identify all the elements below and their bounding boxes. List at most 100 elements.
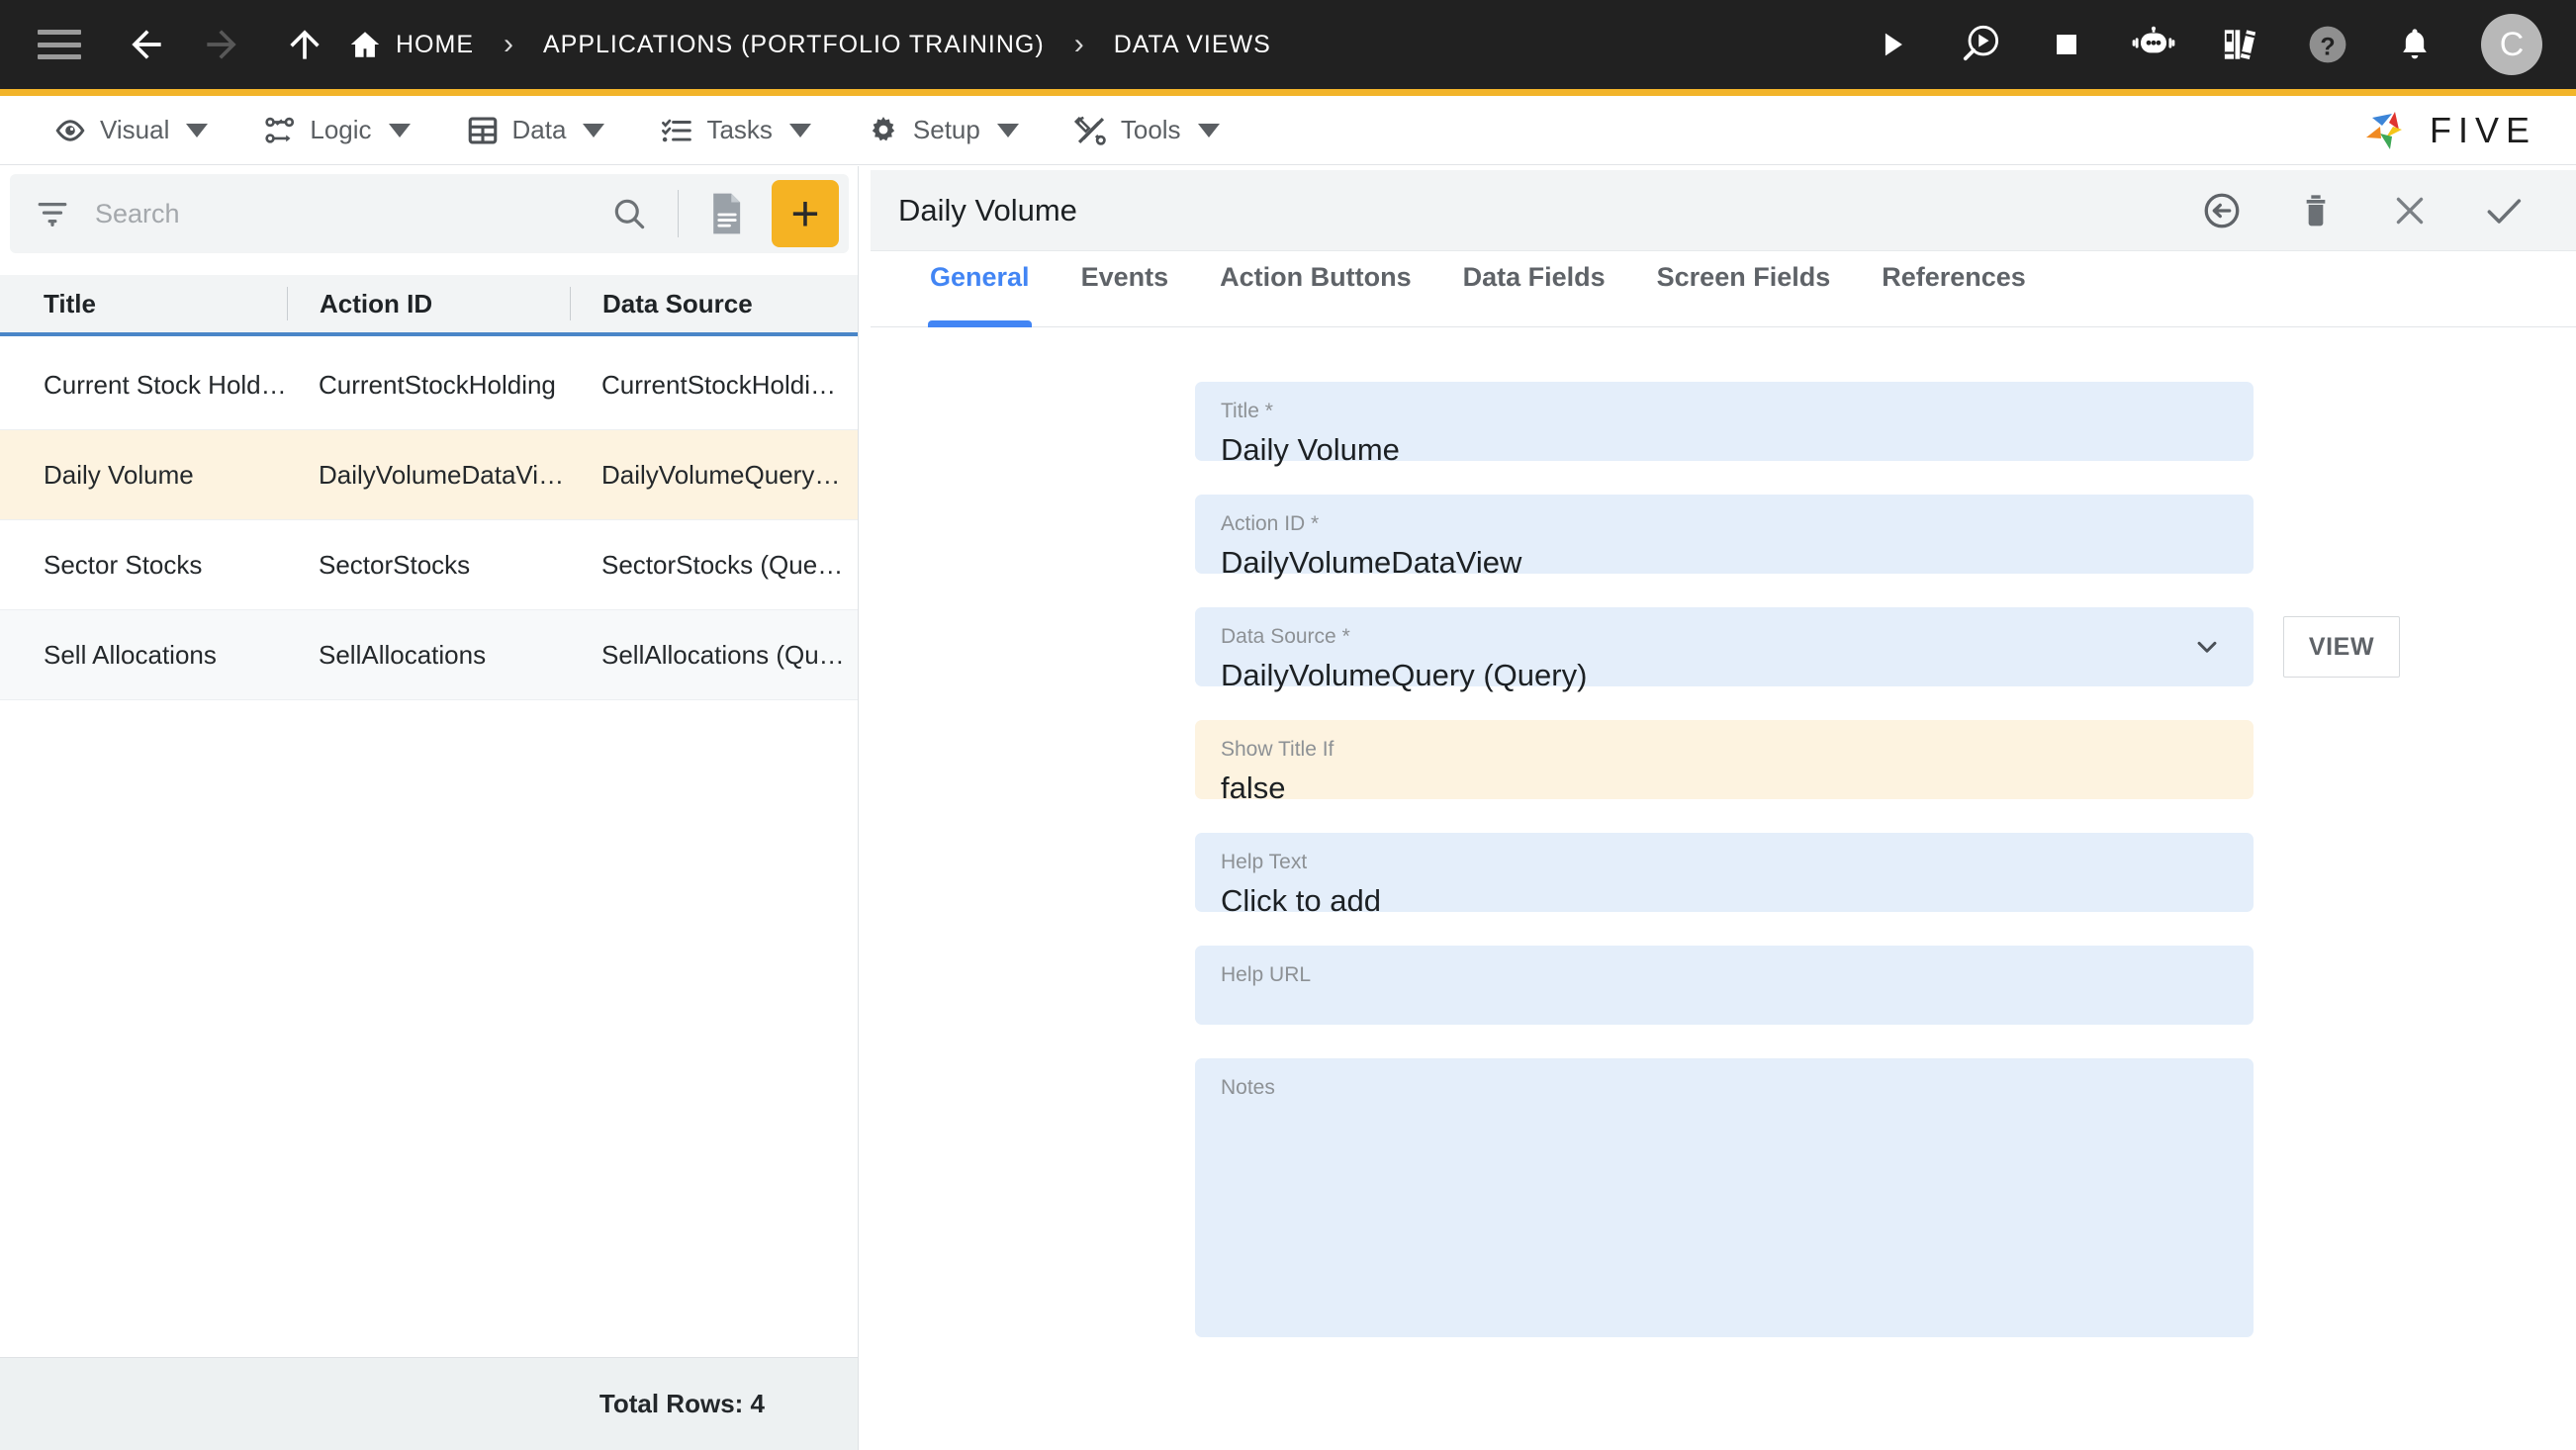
detail-header-actions [2197,186,2529,235]
run-icon [1885,33,1902,56]
breadcrumb-home[interactable]: HOME [348,28,474,61]
svg-text:?: ? [2320,33,2335,60]
notifications-button[interactable] [2386,16,2443,73]
search-icon [614,199,645,229]
title-field[interactable]: Title * Daily Volume [1195,382,2254,467]
cell-action-id: CurrentStockHolding [319,369,556,400]
breadcrumb-applications[interactable]: APPLICATIONS (PORTFOLIO TRAINING) [543,31,1045,59]
tab-references[interactable]: References [1856,252,2052,327]
help-button[interactable]: ? [2299,16,2356,73]
search-bar: + [10,174,849,253]
column-header-title[interactable]: Title [0,289,287,319]
breadcrumb-data-views[interactable]: DATA VIEWS [1114,31,1271,59]
library-button[interactable] [2212,16,2269,73]
data-source-field-label: Data Source * [1221,625,1350,648]
menu-item-tasks[interactable]: Tasks [632,96,838,165]
arrow-up-icon [290,30,320,59]
help-url-field-value [1221,988,2228,992]
menu-item-setup[interactable]: Setup [839,96,1047,165]
save-button[interactable] [2479,186,2529,235]
help-text-field-value: Click to add [1221,883,1381,918]
menu-item-setup-label: Setup [912,115,980,144]
arrow-right-icon [207,30,236,59]
action-id-field-label: Action ID * [1221,512,1320,535]
table-header: Title Action ID Data Source [0,275,858,336]
search-input[interactable] [73,198,602,229]
run-button[interactable] [1864,16,1921,73]
table-row[interactable]: Sector Stocks SectorStocks SectorStocks … [0,520,858,610]
column-header-data-source[interactable]: Data Source [570,287,847,320]
five-logo: FIVE [2360,104,2550,157]
tab-action-buttons[interactable]: Action Buttons [1194,252,1436,327]
hamburger-icon[interactable] [38,30,81,59]
menu-item-tasks-label: Tasks [706,115,773,144]
back-button[interactable] [117,15,176,74]
close-button[interactable] [2385,186,2435,235]
breadcrumb-home-label: HOME [396,30,474,58]
top-bar: HOME › APPLICATIONS (PORTFOLIO TRAINING)… [0,0,2576,89]
total-rows-label: Total Rows: 4 [598,1389,765,1418]
help-url-field[interactable]: Help URL [1195,946,2254,1025]
table-row[interactable]: Sell Allocations SellAllocations SellAll… [0,610,858,700]
chevron-down-icon [583,123,605,137]
general-form: Title * Daily Volume Action ID * DailyVo… [871,328,2576,1450]
help-text-field[interactable]: Help Text Click to add [1195,833,2254,918]
revert-icon [2204,193,2240,227]
save-icon [2487,198,2522,224]
tab-general[interactable]: General [904,252,1056,327]
menu-item-logic[interactable]: Logic [235,96,437,165]
menu-bar: Visual Logic Data Tasks Setup Tools FIVE [0,96,2576,165]
table-body: Current Stock Hold… CurrentStockHolding … [0,340,858,700]
checklist-icon [662,119,692,141]
eye-icon [55,119,85,141]
delete-button[interactable] [2291,186,2341,235]
toolbar-divider [678,190,679,237]
arrow-left-icon [132,30,161,59]
help-icon: ? [2309,26,2346,63]
table-footer: Total Rows: 4 [0,1357,858,1450]
chatbot-button[interactable] [2125,16,2182,73]
show-title-if-field[interactable]: Show Title If false [1195,720,2254,805]
menu-item-visual-label: Visual [100,115,170,144]
debug-button[interactable] [1951,16,2008,73]
view-data-source-button[interactable]: VIEW [2283,616,2400,678]
cell-action-id: SectorStocks [319,549,471,580]
home-icon [350,32,380,57]
breadcrumb-separator: › [504,28,513,60]
menu-item-data[interactable]: Data [438,96,633,165]
forward-button[interactable] [192,15,251,74]
cell-title: Daily Volume [44,459,194,490]
tab-screen-fields[interactable]: Screen Fields [1631,252,1857,327]
data-source-field-value: DailyVolumeQuery (Query) [1221,658,1588,692]
action-id-field[interactable]: Action ID * DailyVolumeDataView [1195,495,2254,580]
search-button[interactable] [602,187,656,240]
menu-item-visual[interactable]: Visual [26,96,235,165]
tab-events[interactable]: Events [1056,252,1195,327]
filter-icon[interactable] [32,193,73,234]
table-row[interactable]: Current Stock Hold… CurrentStockHolding … [0,340,858,430]
gear-icon [872,116,895,140]
notifications-icon [2403,29,2427,59]
column-header-action-id[interactable]: Action ID [287,287,570,320]
notes-field-label: Notes [1221,1076,1275,1099]
revert-button[interactable] [2197,186,2247,235]
chevron-down-icon[interactable] [2190,630,2224,664]
notes-field[interactable]: Notes [1195,1058,2254,1337]
help-url-field-label: Help URL [1221,963,1312,986]
table-row[interactable]: Daily Volume DailyVolumeDataVi… DailyVol… [0,430,858,520]
show-title-if-field-label: Show Title If [1221,738,1334,761]
menu-item-data-label: Data [511,115,567,144]
topbar-actions: ? C [1864,14,2542,75]
document-icon [713,193,741,234]
stop-button[interactable] [2038,16,2095,73]
user-avatar[interactable]: C [2481,14,2542,75]
data-source-field[interactable]: Data Source * DailyVolumeQuery (Query) [1195,607,2254,692]
delete-icon [2306,194,2326,226]
menu-item-tools[interactable]: Tools [1047,96,1247,165]
up-button[interactable] [275,15,334,74]
tab-data-fields[interactable]: Data Fields [1437,252,1631,327]
add-button[interactable]: + [772,180,839,247]
notes-field-value [1221,1101,2228,1105]
document-button[interactable] [700,184,754,243]
flow-icon [265,117,295,143]
